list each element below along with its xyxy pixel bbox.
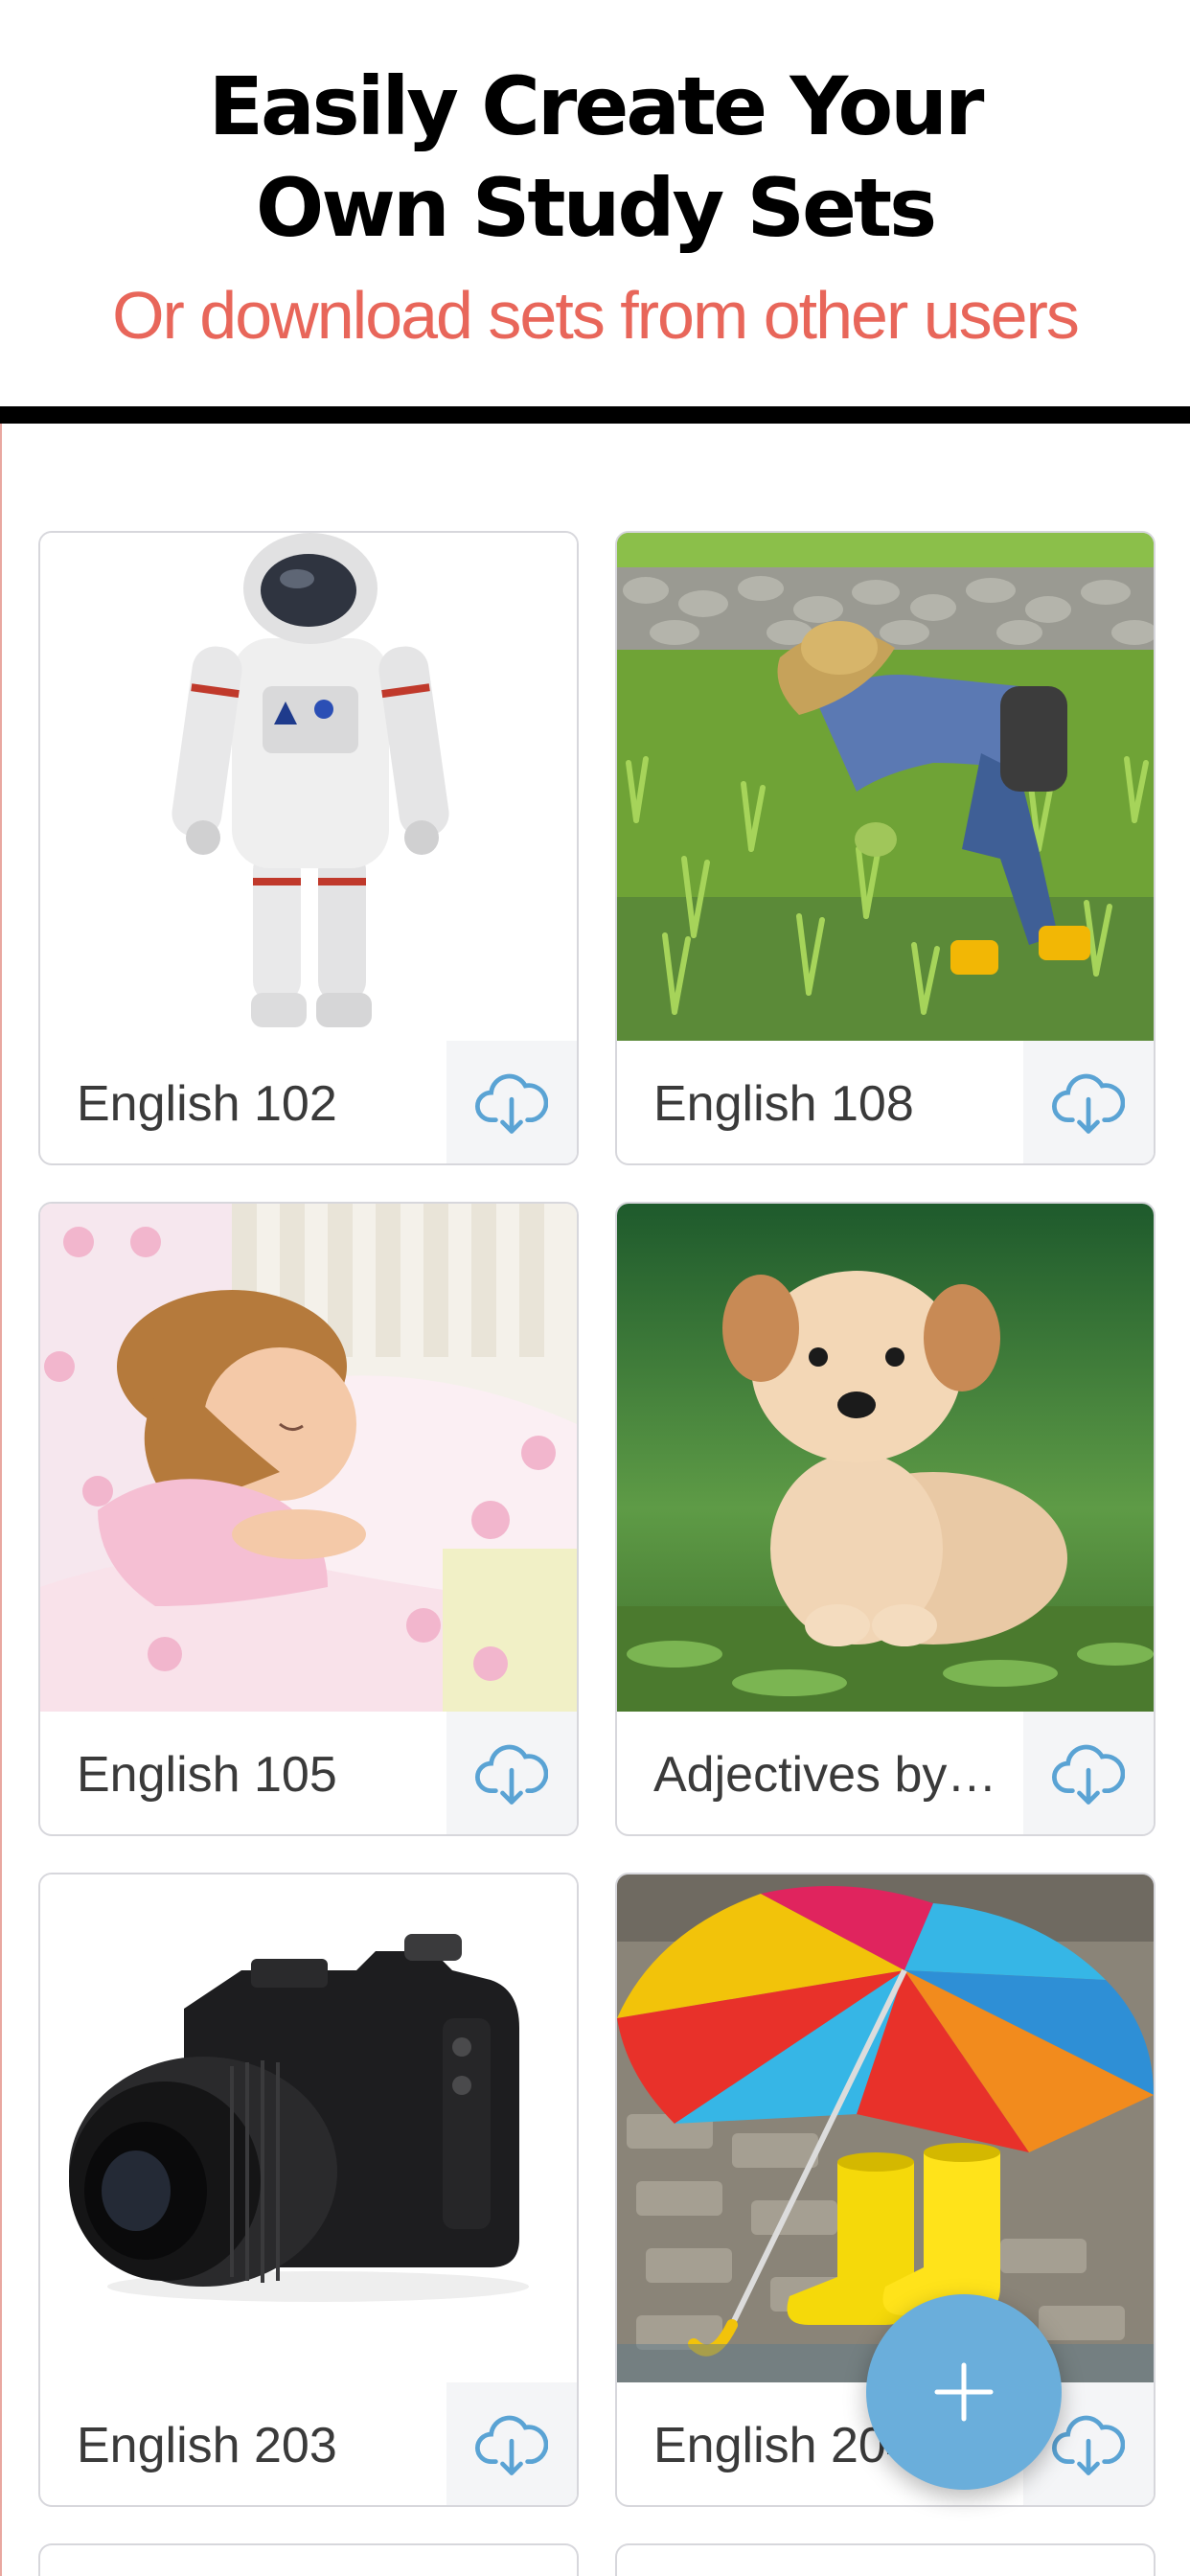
cloud-download-icon (1052, 1744, 1125, 1805)
cloud-download-icon (1052, 1073, 1125, 1134)
cloud-download-icon (1052, 2415, 1125, 2475)
promo-subheadline: Or download sets from other users (112, 278, 1080, 353)
study-set-title: English 102 (77, 1076, 337, 1132)
promo-header: Easily Create Your Own Study Sets Or down… (0, 0, 1190, 402)
card-footer: English 105 (40, 1712, 577, 1834)
cloud-download-icon (475, 1073, 548, 1134)
download-button[interactable] (446, 2382, 577, 2505)
astronaut-image (40, 533, 577, 1041)
study-set-card[interactable]: English 102 (38, 531, 579, 1165)
rice-farmer-image (617, 533, 1154, 1041)
promo-divider (0, 406, 1190, 424)
plus-icon (934, 2362, 994, 2422)
download-button[interactable] (446, 1041, 577, 1163)
study-set-card[interactable]: English 108 (615, 531, 1156, 1165)
study-set-card[interactable] (38, 2543, 579, 2576)
study-set-title: Adjectives by… (653, 1747, 997, 1803)
study-set-title: English 108 (653, 1076, 914, 1132)
study-set-card[interactable]: Adjectives by… (615, 1202, 1156, 1836)
card-footer: English 108 (617, 1041, 1154, 1163)
study-set-card[interactable]: English 203 (38, 1873, 579, 2507)
study-sets-screen: English 102 English 108 English 105 Adje… (0, 424, 1190, 2576)
download-button[interactable] (1023, 1041, 1154, 1163)
card-footer: Adjectives by… (617, 1712, 1154, 1834)
headline-line-2: Own Study Sets (255, 161, 937, 255)
sleeping-girl-image (40, 1204, 577, 1712)
cloud-download-icon (475, 2415, 548, 2475)
camera-image (40, 1874, 577, 2382)
download-button[interactable] (1023, 1712, 1154, 1834)
puppy-image (617, 1204, 1154, 1712)
download-button[interactable] (446, 1712, 577, 1834)
card-footer: English 102 (40, 1041, 577, 1163)
umbrella-boots-image (617, 1874, 1154, 2382)
card-footer: English 203 (40, 2382, 577, 2505)
promo-headline: Easily Create Your Own Study Sets (0, 56, 1190, 259)
add-study-set-button[interactable] (866, 2294, 1062, 2490)
cloud-download-icon (475, 1744, 548, 1805)
study-set-title: English 203 (77, 2418, 337, 2473)
study-set-card[interactable]: English 105 (38, 1202, 579, 1836)
headline-line-1: Easily Create Your (208, 59, 985, 153)
study-set-title: English 105 (77, 1747, 337, 1803)
study-set-card[interactable] (615, 2543, 1156, 2576)
